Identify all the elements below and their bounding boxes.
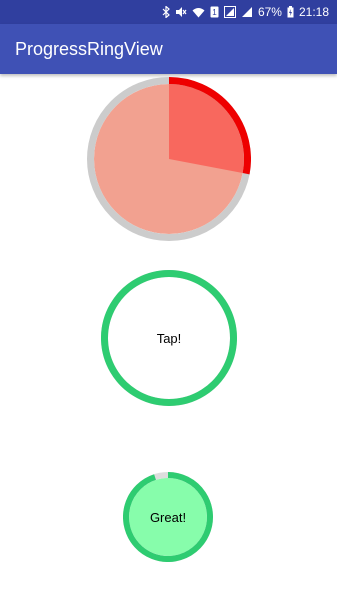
signal-icon: [241, 6, 253, 18]
battery-charging-icon: [287, 6, 294, 18]
mute-icon: [175, 6, 187, 18]
app-screen: 1 67% 21:18 ProgressRingView Tap! Great!: [0, 0, 337, 600]
status-bar: 1 67% 21:18: [0, 0, 337, 24]
app-bar: ProgressRingView: [0, 24, 337, 74]
sim-1-icon: 1: [210, 6, 219, 18]
ring-progress-wedge: [169, 84, 244, 174]
progress-ring-pie[interactable]: [87, 77, 251, 241]
clock: 21:18: [298, 5, 329, 19]
signal-icon: [223, 6, 236, 18]
status-icons: 1 67% 21:18: [162, 0, 329, 24]
progress-ring-tap[interactable]: Tap!: [101, 270, 237, 406]
wifi-icon: [192, 7, 205, 18]
svg-text:1: 1: [212, 8, 217, 17]
app-title: ProgressRingView: [15, 39, 163, 59]
battery-percent: 67%: [257, 5, 282, 19]
bluetooth-icon: [162, 6, 170, 18]
ring-label-great: Great!: [149, 509, 187, 525]
ring-label-tap: Tap!: [156, 330, 182, 346]
progress-ring-great[interactable]: Great!: [123, 472, 213, 562]
ring-graphic: [87, 77, 251, 241]
